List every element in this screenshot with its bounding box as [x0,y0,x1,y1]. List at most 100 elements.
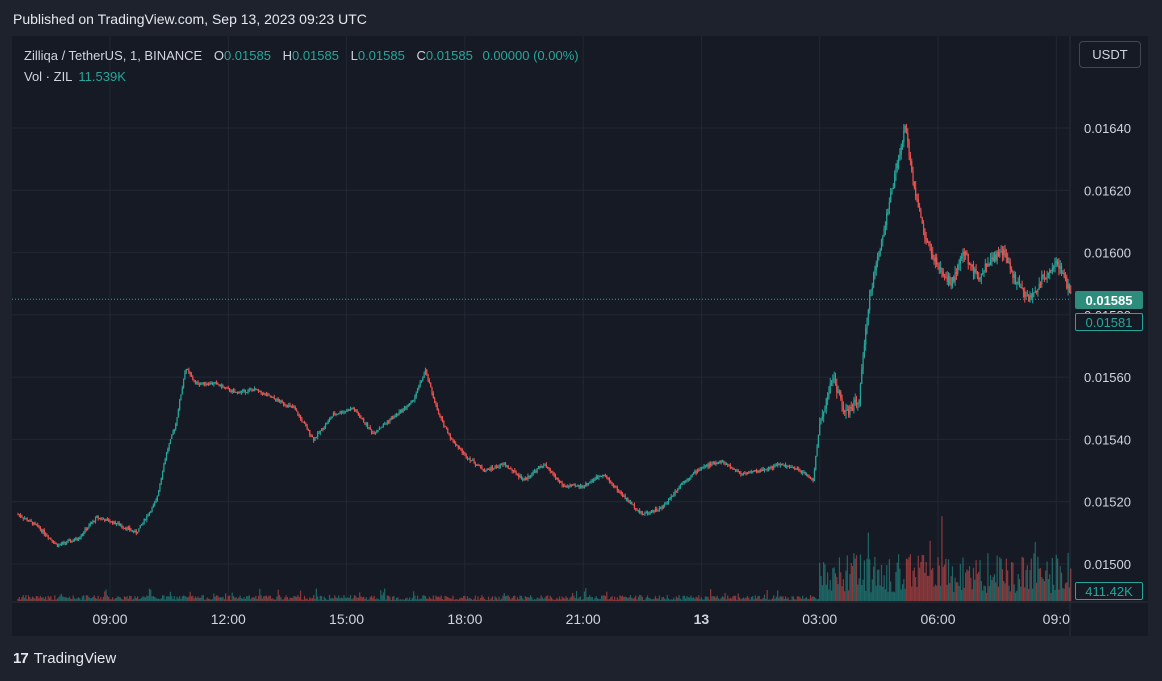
volume-bar [783,598,785,601]
candle-body [846,409,848,411]
volume-bar [1041,576,1043,601]
candle-body [66,542,68,544]
candle-body [29,520,31,522]
volume-bar [1051,557,1053,601]
volume-bar [664,598,666,601]
volume-bar [907,559,909,601]
candle-body [717,463,720,465]
volume-bar [859,554,862,601]
volume-bar [144,597,147,601]
volume-bar [380,590,382,601]
candle-body [273,397,275,399]
candle-body [619,491,621,493]
currency-unit-button[interactable]: USDT [1079,41,1141,68]
volume-bar [462,596,465,601]
candle-body [1068,284,1071,292]
candle-body [662,505,664,509]
volume-bar [732,596,734,601]
volume-bar [648,597,650,601]
candle-body [795,468,797,470]
candle-body [917,199,919,208]
volume-bar [171,596,173,601]
volume-bar [708,599,710,601]
candle-body [497,467,499,469]
candle-body [741,474,743,476]
candle-body [560,481,562,483]
candle-body [816,445,818,456]
candle-body [817,435,819,446]
volume-bar [794,599,796,601]
candle-body [374,432,377,434]
volume-bar [452,595,454,601]
candle-body [577,485,579,487]
candle-body [205,384,207,386]
volume-bar [501,598,503,601]
volume-bar [855,555,858,601]
candle-body [658,508,660,510]
candle-body [314,437,316,441]
candle-body [815,455,817,470]
volume-bar [385,599,387,601]
candle-body [750,471,752,473]
candle-body [812,478,814,481]
candle-body [1039,283,1042,285]
candle-body [457,445,459,449]
candle-body [528,475,530,477]
volume-bar [1039,568,1042,601]
candle-body [328,418,331,421]
candle-body [657,509,659,511]
candle-body [558,480,561,482]
volume-bar [917,555,919,601]
volume-bar [862,579,864,601]
volume-bar [683,595,685,601]
candle-body [794,468,796,470]
volume-bar [930,569,933,601]
volume-bar [845,570,847,601]
volume-bar [662,596,664,601]
candle-body [696,470,699,474]
volume-bar [731,598,733,601]
volume-bar [219,597,221,601]
symbol-title[interactable]: Zilliqa / TetherUS, 1, BINANCE [24,48,202,63]
volume-bar [282,599,285,601]
volume-label[interactable]: Vol · ZIL [24,69,72,84]
volume-bar [557,599,559,601]
volume-bar [54,595,56,601]
volume-bar [163,595,165,601]
candle-body [215,382,218,384]
volume-bar [138,599,140,601]
volume-bar [55,599,57,601]
candle-body [996,251,998,261]
volume-bar [637,596,639,601]
candle-body [895,168,897,175]
candle-body [268,394,270,396]
volume-bar [158,598,160,601]
candle-body [862,355,864,370]
tradingview-brand[interactable]: 17 TradingView [13,650,116,667]
candle-body [163,464,165,472]
candle-body [381,426,383,428]
candle-body [331,416,333,419]
candle-body [198,384,200,386]
volume-bar [215,595,218,601]
candle-body [1053,267,1055,269]
candle-body [85,528,87,531]
volume-bar [916,586,918,601]
candle-body [653,510,655,512]
candle-body [46,535,48,537]
volume-bar [114,598,116,601]
volume-bar [871,579,873,601]
candle-body [123,527,126,529]
volume-bar [338,595,340,601]
volume-bar [307,599,310,601]
candle-body [42,530,44,532]
candlestick-chart[interactable]: 0.016400.016200.016000.015800.015600.015… [12,36,1148,636]
volume-bar [886,565,888,601]
candle-body [623,495,625,497]
candle-body [76,538,78,540]
volume-bar [645,597,647,601]
volume-bar [331,597,333,601]
volume-bar [879,585,881,601]
candle-body [844,410,846,412]
volume-bar [1053,584,1055,601]
